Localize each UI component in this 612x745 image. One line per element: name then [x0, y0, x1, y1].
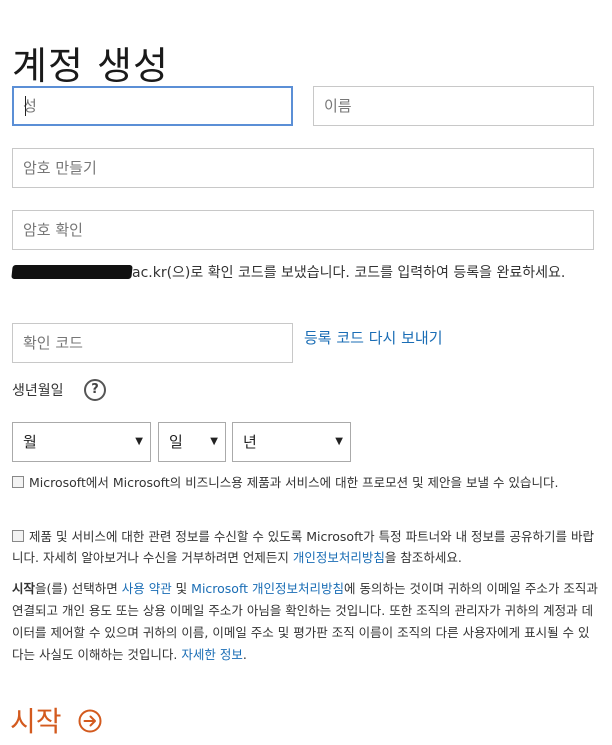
- resend-code-link[interactable]: 등록 코드 다시 보내기: [304, 327, 443, 348]
- last-name-field[interactable]: [12, 86, 293, 126]
- terms-text-2: 및: [171, 581, 192, 596]
- code-sent-message: ac.kr(으)로 확인 코드를 보냈습니다. 코드를 입력하여 등록을 완료하…: [11, 262, 590, 284]
- start-button[interactable]: 시작: [10, 700, 62, 740]
- email-suffix: ac.kr: [132, 265, 167, 281]
- terms-text-1: 을(를) 선택하면: [35, 581, 122, 596]
- marketing-consent-row: Microsoft에서 Microsoft의 비즈니스용 제품과 서비스에 대한…: [12, 472, 598, 493]
- birthdate-label: 생년월일: [12, 383, 64, 399]
- confirm-password-input[interactable]: [13, 211, 593, 249]
- day-select[interactable]: 일 ▼: [158, 422, 226, 462]
- more-info-link[interactable]: 자세한 정보: [181, 647, 242, 662]
- code-sent-text: (으)로 확인 코드를 보냈습니다. 코드를 입력하여 등록을 완료하세요.: [166, 265, 566, 281]
- first-name-field[interactable]: [313, 86, 594, 126]
- first-name-input[interactable]: [314, 87, 593, 125]
- marketing-consent-label: Microsoft에서 Microsoft의 비즈니스용 제품과 서비스에 대한…: [29, 475, 559, 490]
- question-circle-icon[interactable]: ?: [84, 379, 106, 401]
- day-select-value: 일: [169, 433, 183, 451]
- verification-code-input[interactable]: [13, 324, 292, 362]
- year-select[interactable]: 년 ▼: [232, 422, 351, 462]
- create-password-input[interactable]: [13, 149, 593, 187]
- partner-sharing-row: 제품 및 서비스에 대한 관련 정보를 수신할 수 있도록 Microsoft가…: [12, 526, 598, 568]
- last-name-input[interactable]: [14, 88, 291, 124]
- terms-start-bold: 시작: [12, 581, 36, 596]
- year-select-value: 년: [243, 433, 257, 451]
- arrow-circle-right-icon[interactable]: [78, 709, 102, 733]
- page-title: 계정 생성: [12, 44, 169, 89]
- verification-code-field[interactable]: [12, 323, 293, 363]
- month-select-value: 월: [23, 433, 37, 451]
- microsoft-privacy-link[interactable]: Microsoft 개인정보처리방침: [191, 581, 344, 596]
- text-caret: [25, 96, 26, 116]
- partner-sharing-text-2: 을 참조하세요.: [384, 550, 462, 565]
- partner-sharing-checkbox[interactable]: [12, 530, 24, 542]
- triangle-down-icon: ▼: [135, 436, 143, 447]
- redacted-email: [11, 265, 133, 279]
- month-select[interactable]: 월 ▼: [12, 422, 151, 462]
- confirm-password-field[interactable]: [12, 210, 594, 250]
- terms-of-use-link[interactable]: 사용 약관: [122, 581, 172, 596]
- marketing-consent-checkbox[interactable]: [12, 476, 24, 488]
- privacy-policy-link[interactable]: 개인정보처리방침: [293, 550, 385, 565]
- triangle-down-icon: ▼: [210, 436, 218, 447]
- triangle-down-icon: ▼: [335, 436, 343, 447]
- create-password-field[interactable]: [12, 148, 594, 188]
- terms-text-4: .: [242, 647, 247, 662]
- terms-paragraph: 시작을(를) 선택하면 사용 약관 및 Microsoft 개인정보처리방침에 …: [12, 578, 598, 666]
